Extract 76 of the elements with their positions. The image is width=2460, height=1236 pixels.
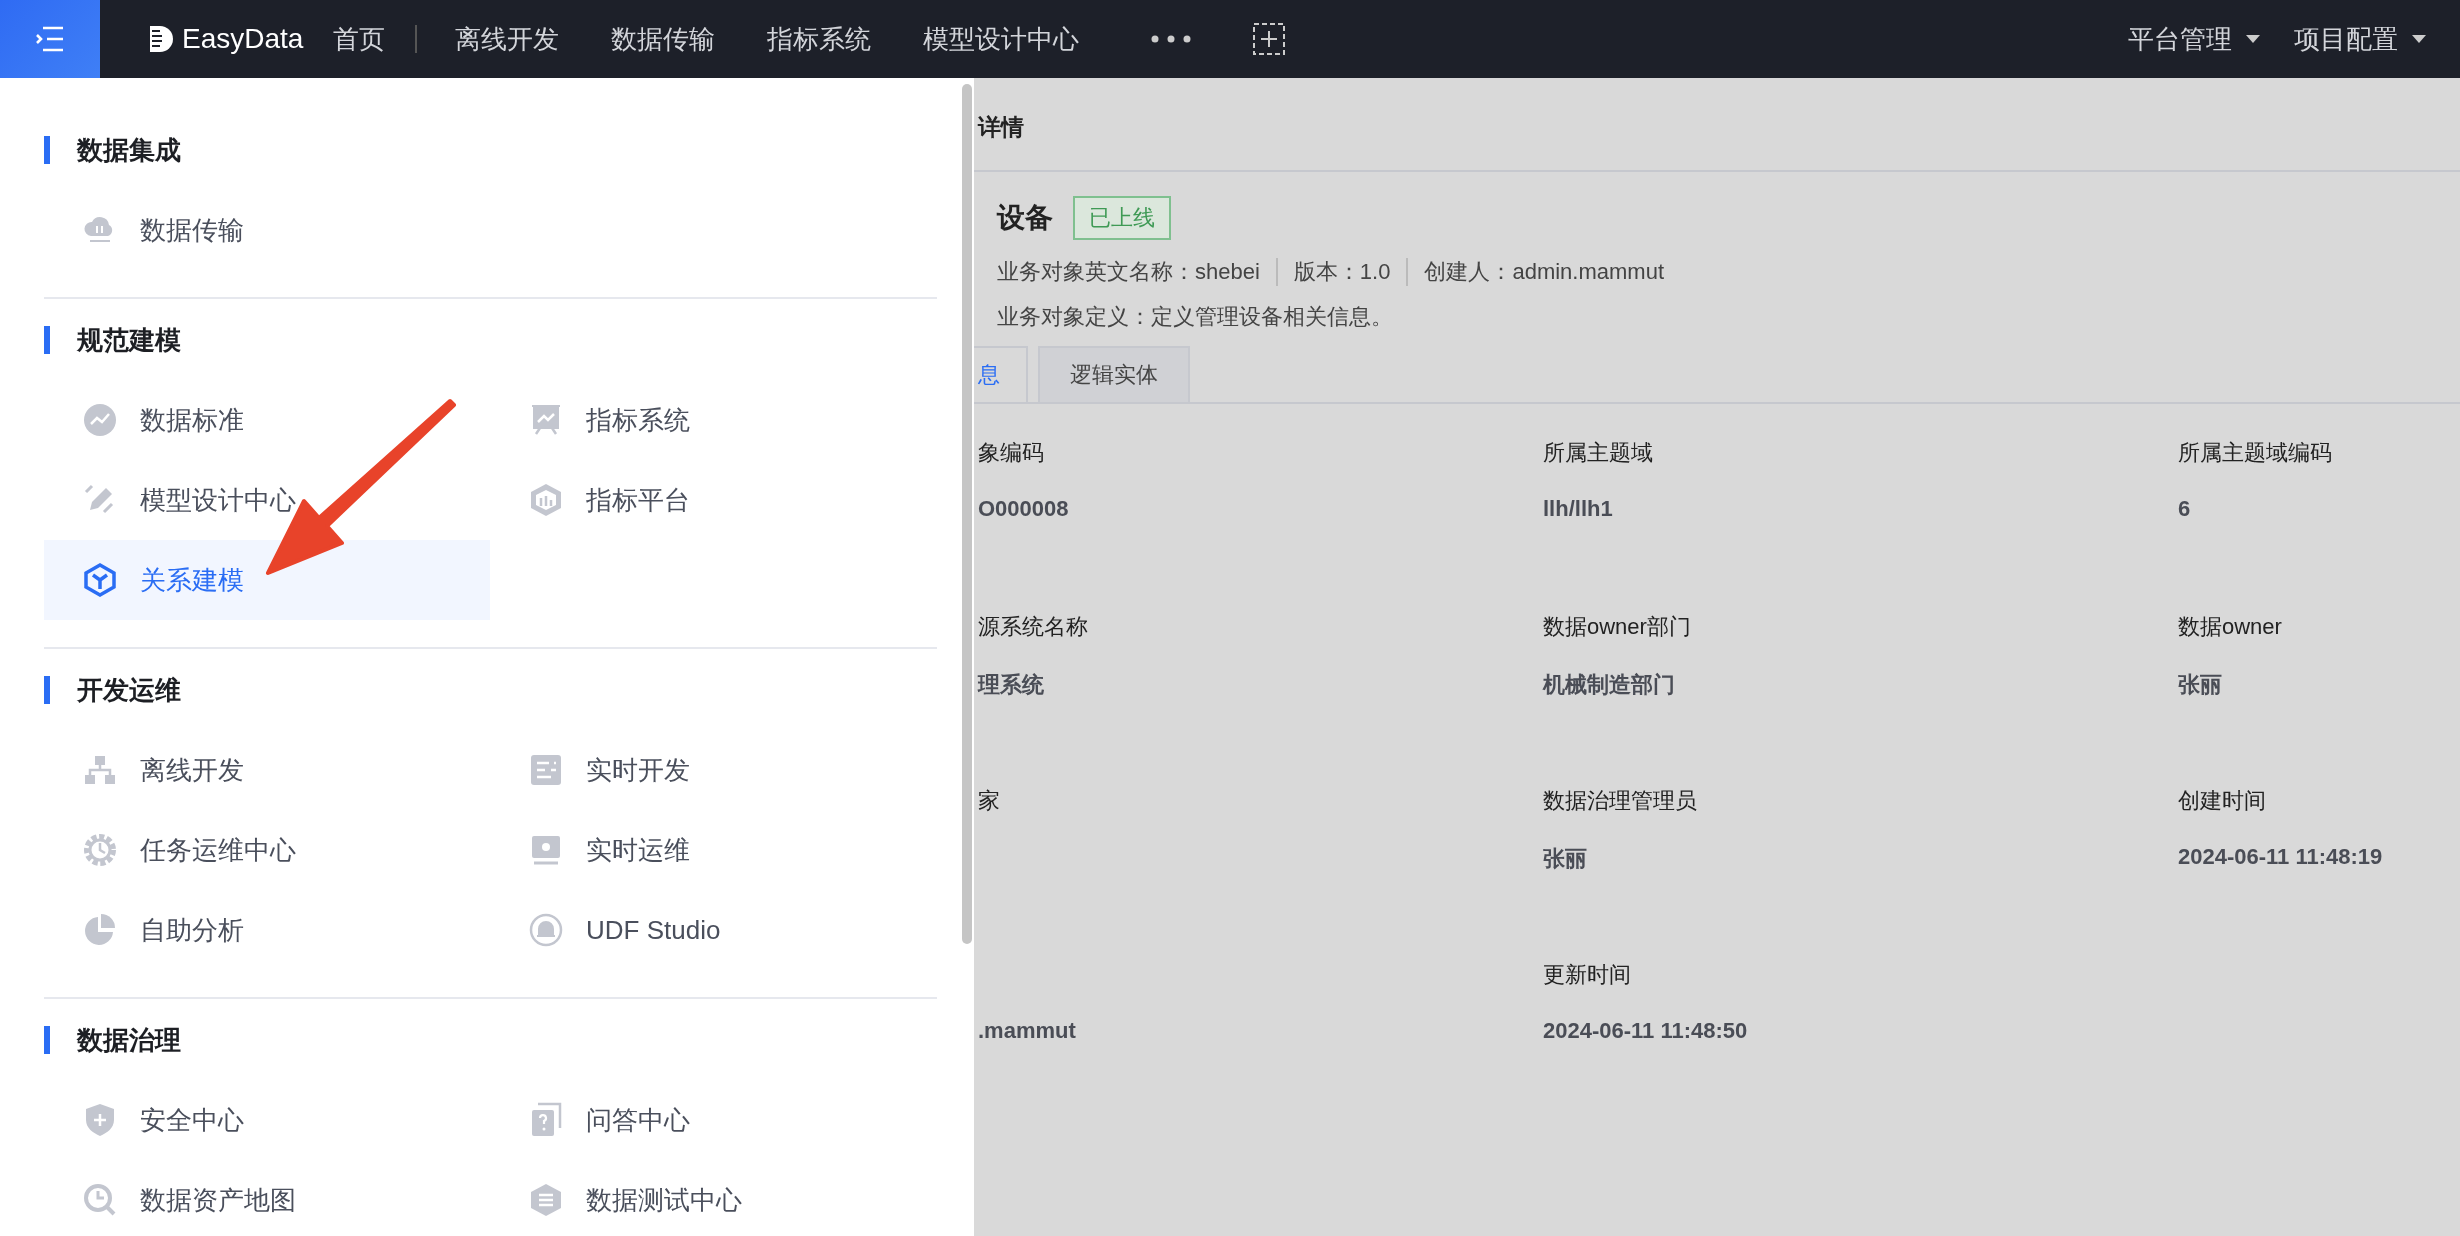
meta-text: 业务对象英文名称：shebei — [997, 258, 1260, 286]
hexagon-icon — [528, 482, 564, 518]
field-label: 更新时间 — [1543, 961, 1632, 989]
field-value: 2024-06-11 11:48:19 — [2178, 844, 2384, 870]
field-label: 源系统名称 — [978, 613, 1089, 641]
menu-item[interactable]: 离线开发 — [44, 730, 490, 810]
field-label: 所属主题域编码 — [2178, 439, 2333, 467]
field-value: .mammut — [978, 1018, 1077, 1044]
field-label: 数据owner部门 — [1543, 613, 1692, 641]
menu-item[interactable]: 数据测试中心 — [490, 1160, 936, 1236]
object-name: 设备 — [997, 201, 1053, 235]
field-label: 象编码 — [978, 439, 1045, 467]
accent-bar — [44, 676, 50, 704]
logo-icon — [148, 24, 174, 54]
menu-item[interactable]: 关系建模 — [44, 540, 490, 620]
menu-item[interactable]: 安全中心 — [44, 1080, 490, 1160]
field-value: 机械制造部门 — [1543, 671, 1676, 699]
gear-icon — [82, 832, 118, 868]
menu-item[interactable]: 指标系统 — [490, 380, 936, 460]
more-icon[interactable] — [1151, 35, 1192, 43]
field-value: 2024-06-11 11:48:50 — [1543, 1018, 1749, 1044]
field-label: 数据治理管理员 — [1543, 787, 1698, 815]
nav-link[interactable]: 数据传输 — [611, 21, 716, 57]
status-badge: 已上线 — [1073, 196, 1171, 240]
menu-item[interactable]: UDF Studio — [490, 890, 936, 970]
scrollbar[interactable] — [962, 84, 972, 944]
nav-link[interactable]: 模型设计中心 — [923, 21, 1080, 57]
caret-icon — [2412, 35, 2426, 43]
field-value: 张丽 — [2178, 671, 2223, 699]
menu-item[interactable]: 指标平台 — [490, 460, 936, 540]
accent-bar — [44, 1026, 50, 1054]
menu-item[interactable]: 实时运维 — [490, 810, 936, 890]
field-value: llh/llh1 — [1543, 496, 1614, 522]
menu-item[interactable]: 实时开发 — [490, 730, 936, 810]
add-icon[interactable] — [1253, 23, 1286, 55]
menu-item[interactable]: 数据标准 — [44, 380, 490, 460]
logo[interactable]: EasyData — [148, 23, 304, 55]
accent-bar — [44, 136, 50, 164]
section-title: 数据集成 — [77, 133, 181, 167]
sliders-icon — [528, 752, 564, 788]
menu-item[interactable]: 问答中心 — [490, 1080, 936, 1160]
menu-item[interactable]: 任务运维中心 — [44, 810, 490, 890]
chart-icon — [82, 402, 118, 438]
cube-icon — [82, 562, 118, 598]
meta-text: 版本：1.0 — [1293, 258, 1391, 286]
field-label: 创建时间 — [2178, 787, 2267, 815]
section-title: 规范建模 — [77, 323, 181, 357]
field-value: 张丽 — [1543, 845, 1588, 873]
field-value: 6 — [2178, 496, 2192, 522]
page-title: 详情 — [976, 113, 1025, 142]
tab[interactable]: 逻辑实体 — [1038, 346, 1190, 402]
section-title: 数据治理 — [77, 1023, 181, 1057]
dropdown-menu[interactable]: 平台管理 — [2128, 21, 2260, 57]
search-icon — [82, 1182, 118, 1218]
dropdown-menu[interactable]: 项目配置 — [2294, 21, 2426, 57]
field-label: 家 — [978, 787, 1001, 815]
field-value: 理系统 — [978, 671, 1045, 699]
menu-icon — [35, 26, 65, 52]
field-label: 所属主题域 — [1543, 439, 1654, 467]
menu-item[interactable]: 模型设计中心 — [44, 460, 490, 540]
field-value: O000008 — [978, 496, 1070, 522]
nav-link[interactable]: 离线开发 — [455, 21, 560, 57]
menu-item[interactable]: 数据资产地图 — [44, 1160, 490, 1236]
meta-text: 创建人：admin.mammut — [1424, 258, 1665, 286]
field-label: 数据owner — [2178, 613, 2283, 641]
definition-text: 业务对象定义：定义管理设备相关信息。 — [997, 303, 1394, 331]
menu-item[interactable]: 数据传输 — [44, 190, 490, 270]
bell-icon — [528, 912, 564, 948]
menu-item[interactable]: 自助分析 — [44, 890, 490, 970]
nav-link[interactable]: 首页 — [333, 21, 386, 57]
pie-chart-icon — [82, 912, 118, 948]
section-title: 开发运维 — [77, 673, 181, 707]
caret-icon — [2246, 35, 2260, 43]
accent-bar — [44, 326, 50, 354]
list-icon — [528, 1182, 564, 1218]
nav-link[interactable]: 指标系统 — [767, 21, 872, 57]
